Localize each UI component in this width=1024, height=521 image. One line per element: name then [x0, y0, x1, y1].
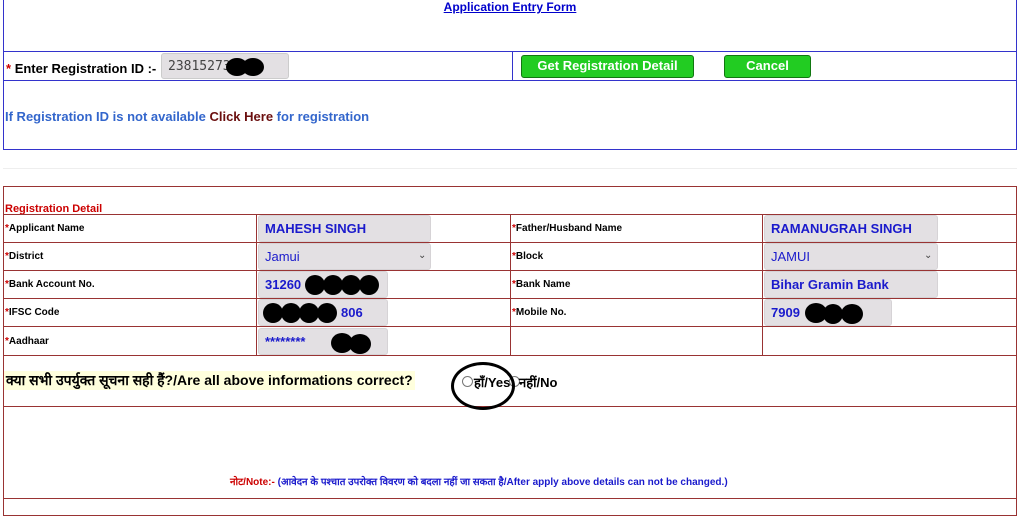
aadhaar-label: *Aadhaar	[5, 336, 49, 347]
chevron-down-icon: ⌄	[924, 250, 933, 261]
redaction-mark	[823, 304, 843, 324]
aadhaar-field[interactable]: ********	[258, 328, 388, 355]
redaction-mark	[242, 58, 264, 76]
redaction-mark	[323, 275, 343, 295]
divider	[3, 80, 1017, 81]
divider	[512, 51, 513, 81]
registration-id-value: 23815273	[168, 59, 231, 74]
row-divider	[3, 355, 1017, 356]
redaction-mark	[841, 304, 863, 324]
redaction-mark	[305, 275, 325, 295]
registration-hint: If Registration ID is not available Clic…	[5, 109, 369, 124]
hint-prefix: If Registration ID is not available	[5, 109, 206, 124]
bank-name-field[interactable]: Bihar Gramin Bank	[764, 271, 938, 298]
redaction-mark	[299, 303, 319, 323]
column-divider	[762, 214, 763, 355]
registration-id-input[interactable]: 23815273	[161, 53, 289, 79]
applicant-name-label: *Applicant Name	[5, 223, 85, 234]
get-registration-detail-button[interactable]: Get Registration Detail	[521, 55, 694, 78]
redaction-mark	[281, 303, 301, 323]
redaction-mark	[359, 275, 379, 295]
registration-id-label: * Enter Registration ID :-	[6, 61, 156, 76]
highlight-circle	[451, 362, 515, 410]
mobile-label: *Mobile No.	[512, 307, 567, 318]
hint-suffix: for registration	[276, 109, 370, 124]
row-divider	[3, 498, 1017, 499]
registration-id-label-text: Enter Registration ID :-	[14, 61, 157, 76]
redaction-mark	[341, 275, 361, 295]
bank-account-label: *Bank Account No.	[5, 279, 95, 290]
redaction-mark	[349, 334, 371, 354]
click-here-link[interactable]: Click Here	[209, 109, 273, 124]
father-name-label: *Father/Husband Name	[512, 223, 623, 234]
district-select[interactable]: Jamui	[258, 243, 431, 270]
row-divider	[3, 406, 1017, 407]
page-title[interactable]: Application Entry Form	[0, 0, 1020, 14]
mobile-field[interactable]: 7909	[764, 299, 892, 326]
ifsc-field[interactable]: 806	[258, 299, 388, 326]
required-marker: *	[6, 61, 12, 76]
note-text: नोट/Note:- (आवेदन के पश्चात उपरोक्त विवर…	[230, 474, 728, 488]
confirmation-question: क्या सभी उपर्युक्त सूचना सही हैं?/Are al…	[4, 371, 415, 390]
district-label: *District	[5, 251, 44, 262]
column-divider	[256, 214, 257, 355]
column-divider	[510, 214, 511, 355]
applicant-name-field[interactable]: MAHESH SINGH	[258, 215, 431, 242]
chevron-down-icon: ⌄	[418, 250, 427, 261]
block-select[interactable]: JAMUI	[764, 243, 938, 270]
cancel-button[interactable]: Cancel	[724, 55, 811, 78]
father-name-field[interactable]: RAMANUGRAH SINGH	[764, 215, 938, 242]
redaction-mark	[317, 303, 337, 323]
note-label: नोट/Note:-	[230, 477, 275, 488]
section-separator	[3, 168, 1017, 169]
note-body: (आवेदन के पश्चात उपरोक्त विवरण को बदला न…	[277, 477, 728, 488]
divider	[3, 51, 1017, 52]
block-label: *Block	[512, 251, 544, 262]
redaction-mark	[263, 303, 283, 323]
no-option-label[interactable]: नहीं/No	[519, 373, 557, 391]
bank-account-field[interactable]: 31260	[258, 271, 388, 298]
bank-name-label: *Bank Name	[512, 279, 571, 290]
ifsc-label: *IFSC Code	[5, 307, 60, 318]
